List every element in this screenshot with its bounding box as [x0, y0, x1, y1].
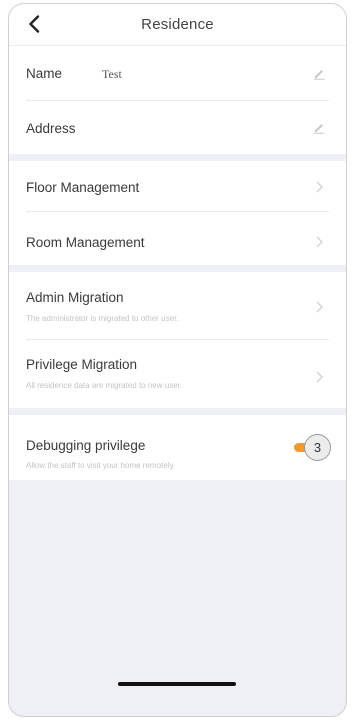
name-label: Name — [26, 66, 63, 81]
room-management-row[interactable]: Room Management — [9, 212, 346, 265]
nav-header: Residence — [9, 4, 346, 46]
chevron-right-icon — [314, 180, 324, 194]
chevron-right-icon — [314, 235, 324, 249]
debugging-privilege-label: Debugging privilege — [26, 438, 146, 453]
admin-migration-label: Admin Migration — [26, 290, 124, 305]
privilege-migration-description: All residence data are migrated to new u… — [26, 381, 183, 390]
room-management-label: Room Management — [26, 235, 145, 250]
address-row[interactable]: Address — [9, 101, 346, 154]
phone-screen: Residence Name Test Address Floor Manage… — [8, 3, 347, 717]
privilege-migration-label: Privilege Migration — [26, 357, 138, 372]
toggle-knob: 3 — [304, 434, 331, 461]
chevron-right-icon — [314, 300, 324, 314]
debugging-toggle[interactable]: 3 — [294, 434, 338, 462]
privilege-migration-row[interactable]: Privilege Migration All residence data a… — [9, 340, 346, 408]
floor-management-row[interactable]: Floor Management — [9, 161, 346, 212]
address-label: Address — [26, 121, 76, 136]
debugging-section: Debugging privilege Allow the staff to v… — [9, 415, 346, 480]
page-title: Residence — [141, 16, 214, 33]
chevron-right-icon — [314, 370, 324, 384]
name-row[interactable]: Name Test — [9, 46, 346, 101]
admin-migration-description: The administrator is migrated to other u… — [26, 314, 179, 323]
floor-management-label: Floor Management — [26, 180, 140, 195]
home-indicator — [118, 682, 236, 686]
pencil-icon[interactable] — [312, 120, 326, 134]
debugging-privilege-row: Debugging privilege Allow the staff to v… — [9, 415, 346, 480]
pencil-icon[interactable] — [312, 66, 326, 80]
migration-section: Admin Migration The administrator is mig… — [9, 272, 346, 408]
admin-migration-row[interactable]: Admin Migration The administrator is mig… — [9, 272, 346, 340]
name-value: Test — [102, 67, 122, 81]
management-section: Floor Management Room Management — [9, 161, 346, 265]
info-section: Name Test Address — [9, 46, 346, 154]
debugging-privilege-description: Allow the staff to visit your home remot… — [26, 461, 176, 470]
